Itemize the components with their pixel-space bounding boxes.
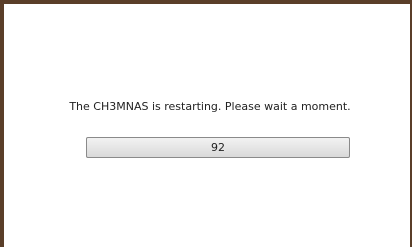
restart-message: The CH3MNAS is restarting. Please wait a… (69, 100, 351, 113)
countdown-display: 92 (86, 137, 350, 158)
restart-dialog-frame: The CH3MNAS is restarting. Please wait a… (0, 0, 412, 247)
